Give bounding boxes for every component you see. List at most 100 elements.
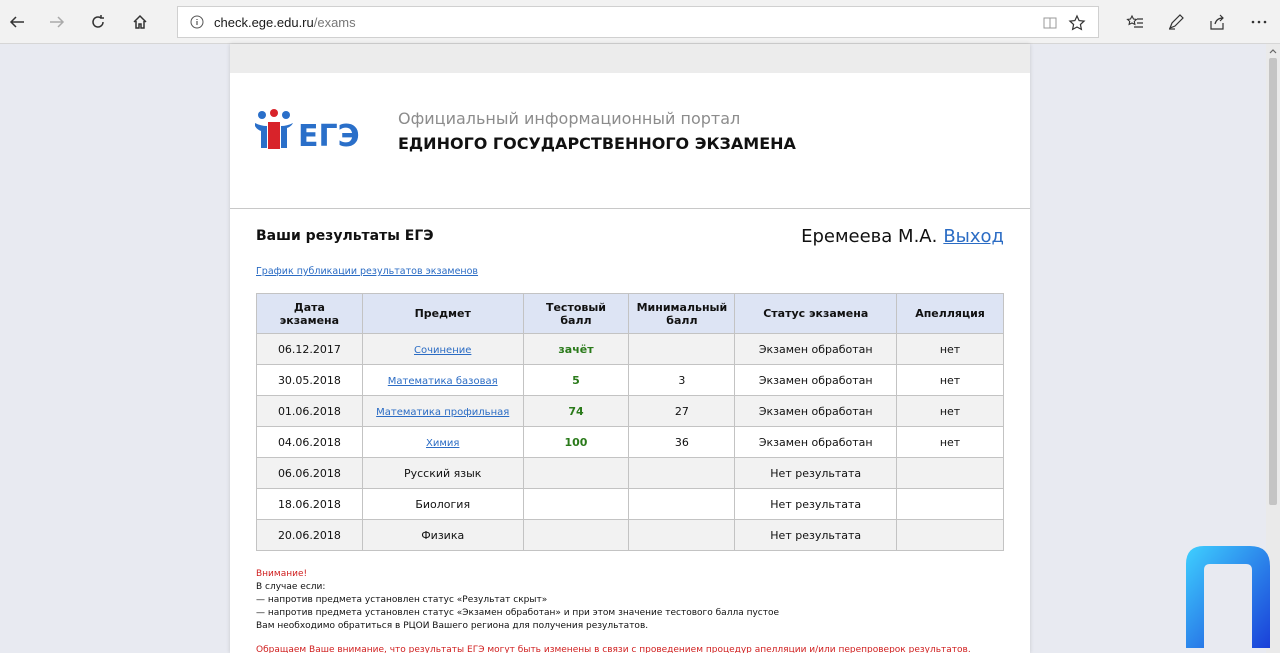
col-header-min-score: Минимальный балл (628, 293, 736, 334)
cell-appeal: нет (896, 364, 1004, 396)
top-band (230, 44, 1030, 73)
url-path: /exams (313, 15, 356, 30)
reading-view-icon[interactable] (1042, 15, 1058, 31)
url-host: check.ege.edu.ru (214, 15, 314, 30)
cell-status: Нет результата (734, 488, 898, 520)
cell-status: Экзамен обработан (734, 364, 898, 396)
cell-status: Нет результата (734, 457, 898, 489)
cell-date: 18.06.2018 (256, 488, 363, 520)
favorites-button[interactable] (1121, 8, 1149, 36)
forward-button[interactable] (43, 8, 71, 36)
scroll-up-arrow-icon[interactable] (1268, 46, 1278, 56)
cell-min-score: 36 (628, 426, 736, 458)
refresh-button[interactable] (84, 8, 112, 36)
cell-min-score (628, 519, 736, 551)
back-button[interactable] (3, 8, 31, 36)
refresh-icon (92, 15, 104, 28)
results-table: Дата экзамена Предмет Тестовый балл Минима… (256, 293, 1004, 551)
notice-line: Вам необходимо обратиться в РЦОИ Вашего … (256, 621, 649, 631)
notice-warning: Внимание! (256, 569, 308, 579)
share-button[interactable] (1203, 8, 1231, 36)
cell-date: 06.06.2018 (256, 457, 363, 489)
floating-app-badge-icon[interactable] (1182, 544, 1272, 648)
favorite-star-icon[interactable] (1068, 14, 1086, 32)
cell-appeal (896, 488, 1004, 520)
logout-link[interactable]: Выход (943, 226, 1004, 247)
table-row: 20.06.2018 Физика Нет результата (256, 519, 1004, 551)
subject-link[interactable]: Сочинение (414, 345, 471, 356)
more-button[interactable] (1245, 8, 1273, 36)
cell-status: Экзамен обработан (734, 426, 898, 458)
subject-link[interactable]: Химия (426, 438, 459, 449)
notes-button[interactable] (1162, 8, 1190, 36)
cell-subject: Русский язык (361, 457, 524, 489)
cell-date: 04.06.2018 (256, 426, 363, 458)
table-row: 06.12.2017 Сочинение зачёт Экзамен обраб… (256, 333, 1004, 365)
col-header-status: Статус экзамена (734, 293, 898, 334)
notice-line: — напротив предмета установлен статус «Р… (256, 595, 548, 605)
cell-date: 06.12.2017 (256, 333, 363, 365)
table-row: 18.06.2018 Биология Нет результата (256, 488, 1004, 520)
browser-toolbar: check.ege.edu.ru/exams (0, 0, 1280, 44)
notice-bottom: Обращаем Ваше внимание, что результаты Е… (256, 645, 971, 653)
cell-date: 20.06.2018 (256, 519, 363, 551)
cell-min-score: 27 (628, 395, 736, 427)
cell-score (522, 488, 630, 520)
table-row: 01.06.2018 Математика профильная 74 27 Э… (256, 395, 1004, 427)
table-row: 30.05.2018 Математика базовая 5 3 Экзаме… (256, 364, 1004, 396)
schedule-link[interactable]: График публикации результатов экзаменов (256, 266, 478, 277)
col-header-score: Тестовый балл (522, 293, 630, 334)
cell-subject: Биология (361, 488, 524, 520)
cell-score (522, 519, 630, 551)
cell-appeal (896, 519, 1004, 551)
cell-score (522, 457, 630, 489)
logo-text: ЕГЭ (298, 119, 360, 153)
cell-subject: Математика профильная (361, 395, 524, 427)
portal-title: ЕДИНОГО ГОСУДАРСТВЕННОГО ЭКЗАМЕНА (398, 134, 796, 153)
user-block: Еремеева М.А. Выход (801, 226, 1004, 247)
home-button[interactable] (126, 8, 154, 36)
cell-min-score (628, 488, 736, 520)
notice-line: В случае если: (256, 582, 326, 592)
url-text[interactable]: check.ege.edu.ru/exams (214, 15, 356, 30)
cell-min-score (628, 457, 736, 489)
col-header-subject: Предмет (361, 293, 524, 334)
subject-link[interactable]: Математика профильная (376, 407, 509, 418)
cell-status: Экзамен обработан (734, 333, 898, 365)
scroll-thumb[interactable] (1269, 58, 1277, 505)
cell-subject: Сочинение (361, 333, 524, 365)
notice-block: Внимание! В случае если: — напротив пред… (256, 568, 779, 633)
pen-icon (1168, 14, 1184, 30)
favorites-list-icon (1126, 14, 1143, 28)
cell-min-score (628, 333, 736, 365)
cell-status: Нет результата (734, 519, 898, 551)
col-header-date: Дата экзамена (256, 293, 363, 334)
table-row: 04.06.2018 Химия 100 36 Экзамен обработа… (256, 426, 1004, 458)
cell-appeal: нет (896, 426, 1004, 458)
cell-date: 30.05.2018 (256, 364, 363, 396)
cell-score: 5 (522, 364, 630, 396)
page-content: ЕГЭ Официальный информационный портал ЕД… (230, 44, 1030, 653)
more-dots-icon (1251, 20, 1267, 24)
cell-min-score: 3 (628, 364, 736, 396)
cell-appeal (896, 457, 1004, 489)
table-header-row: Дата экзамена Предмет Тестовый балл Минима… (256, 293, 1004, 334)
address-bar[interactable]: check.ege.edu.ru/exams (177, 6, 1099, 38)
table-row: 06.06.2018 Русский язык Нет результата (256, 457, 1004, 489)
cell-appeal: нет (896, 395, 1004, 427)
home-icon (133, 14, 147, 29)
notice-line: — напротив предмета установлен статус «Э… (256, 608, 780, 618)
portal-subtitle: Официальный информационный портал (398, 109, 741, 128)
subject-link[interactable]: Математика базовая (388, 376, 498, 387)
cell-subject: Физика (361, 519, 524, 551)
cell-appeal: нет (896, 333, 1004, 365)
cell-score: 100 (522, 426, 630, 458)
user-name: Еремеева М.А. (801, 226, 938, 247)
share-icon (1210, 14, 1224, 30)
cell-subject: Химия (361, 426, 524, 458)
info-icon[interactable] (190, 15, 204, 29)
col-header-appeal: Апелляция (896, 293, 1004, 334)
ege-logo[interactable]: ЕГЭ (254, 109, 366, 153)
forward-arrow-icon (50, 16, 65, 28)
cell-status: Экзамен обработан (734, 395, 898, 427)
